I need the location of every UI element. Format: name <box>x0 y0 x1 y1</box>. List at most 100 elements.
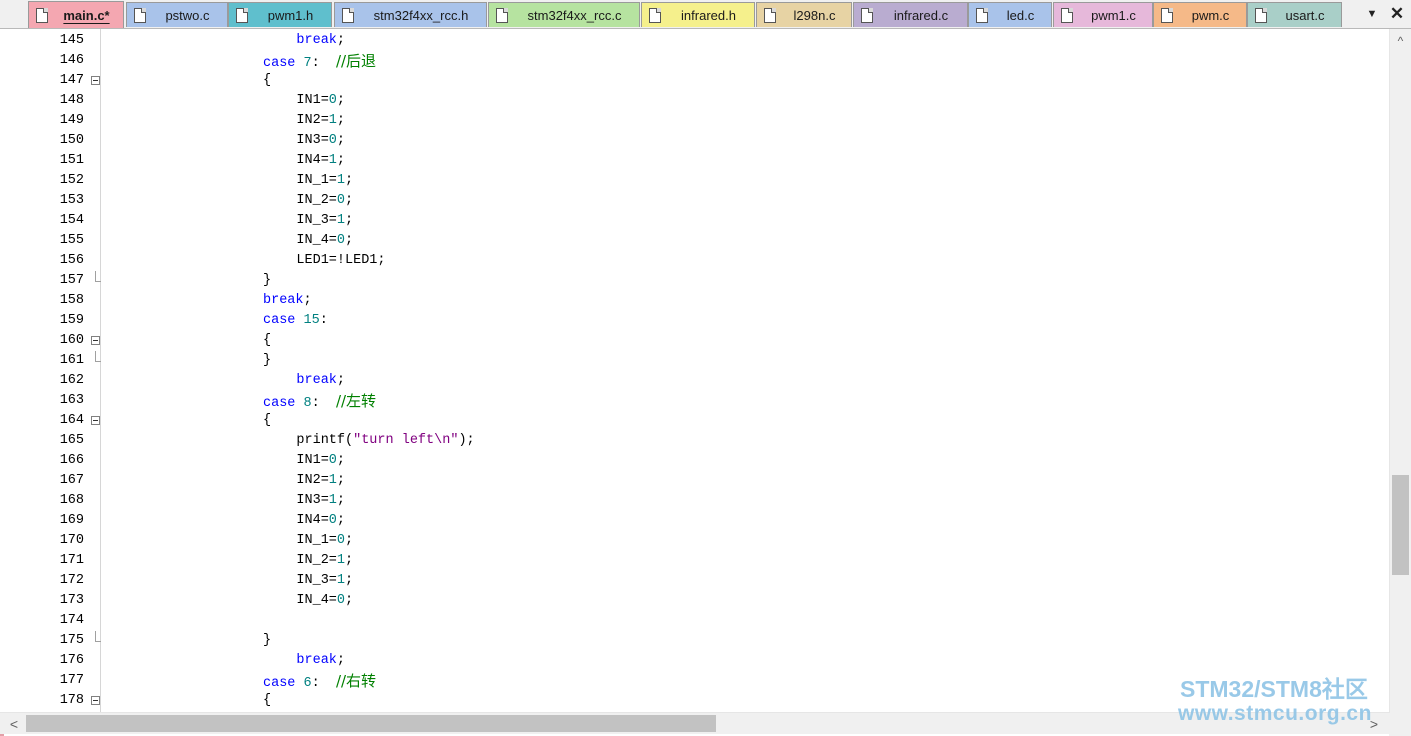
code-token: IN3= <box>296 133 329 148</box>
comment-token: //后退 <box>335 52 377 70</box>
line-number: 171 <box>59 553 84 568</box>
number-token: 1 <box>336 553 346 568</box>
code-token: ; <box>336 153 346 168</box>
line-number: 155 <box>59 233 84 248</box>
code-token: IN_2= <box>296 553 337 568</box>
vertical-scrollbar[interactable]: ^ <box>1389 29 1411 713</box>
fold-end-marker <box>95 351 101 362</box>
line-number: 168 <box>59 493 84 508</box>
code-token: IN3= <box>296 493 329 508</box>
file-icon <box>861 7 873 23</box>
tab-label: main.c* <box>63 7 110 23</box>
code-token: ; <box>345 213 354 228</box>
file-icon <box>649 7 661 23</box>
fold-collapse-icon[interactable] <box>91 696 100 705</box>
horizontal-scroll-thumb[interactable] <box>26 715 716 732</box>
file-icon <box>976 7 988 23</box>
close-icon[interactable]: ✕ <box>1386 3 1408 25</box>
keyword-token: case <box>263 56 296 71</box>
tab-stm32f4xx-rcc-h[interactable]: stm32f4xx_rcc.h <box>334 2 487 27</box>
tab-main-c[interactable]: main.c* <box>28 1 124 28</box>
scroll-up-icon[interactable]: ^ <box>1390 33 1411 49</box>
code-line: IN3=0; <box>296 131 345 151</box>
tab-l298n-c[interactable]: l298n.c <box>756 2 852 27</box>
tab-label: stm32f4xx_rcc.h <box>373 7 469 23</box>
code-token: ; <box>336 93 346 108</box>
editor-window: main.c* pstwo.c pwm1.h stm32f4xx_rcc.h stm32… <box>0 0 1411 736</box>
line-number: 151 <box>59 153 84 168</box>
tab-pwm1-h[interactable]: pwm1.h <box>228 2 332 27</box>
tab-list-dropdown-icon[interactable]: ▼ <box>1362 4 1382 24</box>
code-token: ; <box>303 293 312 308</box>
tab-label: pwm.c <box>1191 7 1230 23</box>
line-number: 159 <box>59 313 84 328</box>
code-token: IN2= <box>296 473 329 488</box>
code-token: } <box>263 273 272 288</box>
tab-pwm-c[interactable]: pwm.c <box>1153 2 1247 27</box>
code-line: IN4=1; <box>296 151 345 171</box>
number-token: 0 <box>328 133 337 148</box>
line-number: 175 <box>59 633 84 648</box>
code-token: : <box>311 676 336 691</box>
keyword-token: break <box>296 33 337 48</box>
tab-pwm1-c[interactable]: pwm1.c <box>1053 2 1153 27</box>
number-token: 1 <box>336 213 346 228</box>
code-token: IN_4= <box>296 593 337 608</box>
tab-stm32f4xx-rcc-c[interactable]: stm32f4xx_rcc.c <box>488 2 640 27</box>
file-icon <box>342 7 354 23</box>
code-token: IN4= <box>296 153 329 168</box>
code-line: IN_4=0; <box>296 231 353 251</box>
comment-token: //左转 <box>335 392 377 410</box>
code-line: break; <box>263 291 312 311</box>
line-number: 170 <box>59 533 84 548</box>
code-line: IN_4=0; <box>296 591 353 611</box>
tab-label: pwm1.c <box>1091 7 1136 23</box>
tab-usart-c[interactable]: usart.c <box>1247 2 1342 27</box>
code-line: printf("turn left\n"); <box>296 431 474 451</box>
code-token: { <box>263 413 272 428</box>
horizontal-scrollbar[interactable]: < > <box>0 712 1389 734</box>
fold-collapse-icon[interactable] <box>91 336 100 345</box>
fold-collapse-icon[interactable] <box>91 416 100 425</box>
code-token: : <box>311 56 336 71</box>
code-line: IN4=0; <box>296 511 345 531</box>
code-token: } <box>263 633 272 648</box>
code-line: { <box>263 411 271 431</box>
tab-infrared-h[interactable]: infrared.h <box>641 2 755 27</box>
code-line: LED1=!LED1; <box>296 251 385 271</box>
scroll-right-icon[interactable]: > <box>1366 715 1382 733</box>
code-line: { <box>263 71 271 91</box>
tab-label: pwm1.h <box>267 7 314 23</box>
vertical-scroll-thumb[interactable] <box>1392 475 1409 575</box>
code-line: IN2=1; <box>296 471 345 491</box>
tab-label: infrared.c <box>893 7 949 23</box>
line-number: 154 <box>59 213 84 228</box>
code-token: LED1=!LED1; <box>296 253 386 268</box>
tab-led-c[interactable]: led.c <box>968 2 1052 27</box>
file-icon <box>134 7 146 23</box>
code-token: ; <box>336 113 346 128</box>
line-number: 173 <box>59 593 84 608</box>
line-number: 165 <box>59 433 84 448</box>
code-token: ; <box>345 193 354 208</box>
tab-pstwo-c[interactable]: pstwo.c <box>126 2 228 27</box>
code-token: ; <box>336 473 346 488</box>
code-editor[interactable]: 145 146 147 148 149 150 151 152 153 154 155 156 157 1… <box>0 29 1389 713</box>
fold-collapse-icon[interactable] <box>91 76 100 85</box>
code-token: IN4= <box>296 513 329 528</box>
line-number: 150 <box>59 133 84 148</box>
code-token: ; <box>336 33 346 48</box>
string-token: "turn left\n" <box>353 433 459 448</box>
code-token: IN_4= <box>296 233 337 248</box>
line-number: 160 <box>59 333 84 348</box>
code-line: IN_1=0; <box>296 531 353 551</box>
tab-infrared-c[interactable]: infrared.c <box>853 2 968 27</box>
line-number: 147 <box>59 73 84 88</box>
code-token: ; <box>345 233 354 248</box>
scrollbar-corner <box>1389 713 1411 736</box>
tab-label: infrared.h <box>681 7 736 23</box>
code-token: { <box>263 333 272 348</box>
scroll-left-icon[interactable]: < <box>6 715 22 733</box>
code-token: ; <box>345 573 354 588</box>
